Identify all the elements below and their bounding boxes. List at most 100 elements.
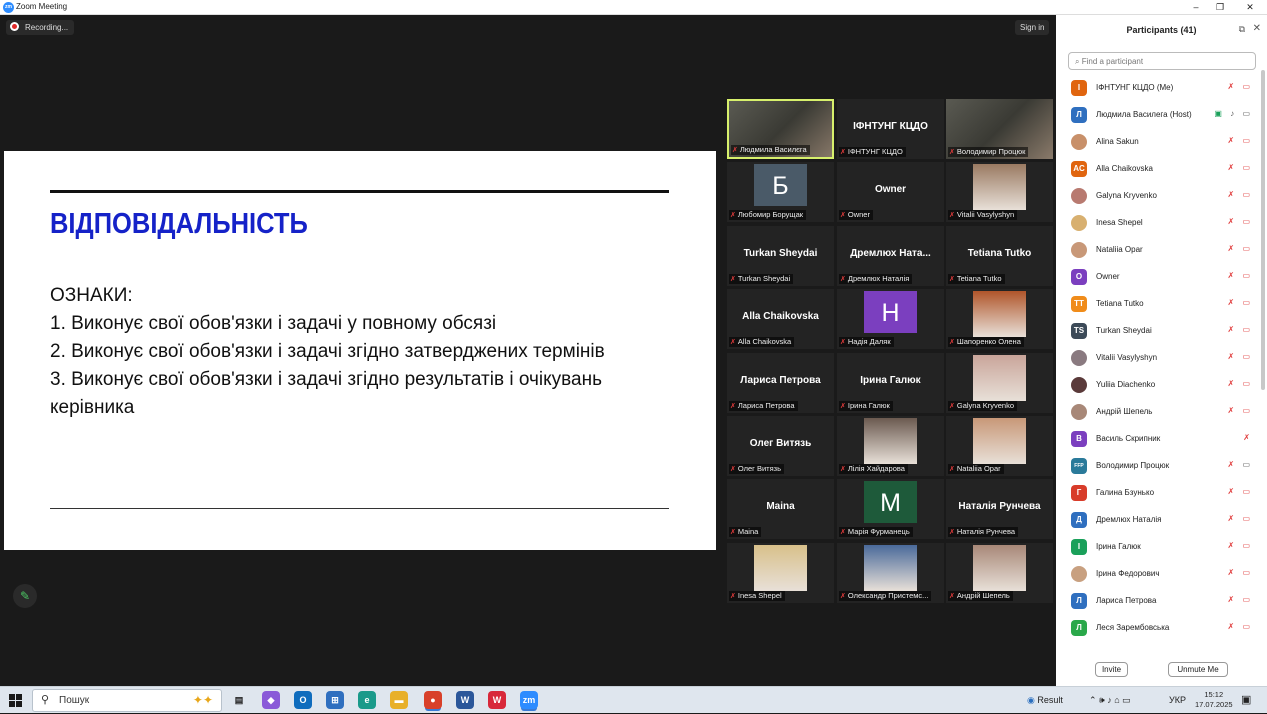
participants-panel: Participants (41) ⧉ ✕ ⌕ Find a participa… xyxy=(1056,15,1267,686)
participant-row[interactable]: Л Людмила Василега (Host) ▣ ♪ ▭ xyxy=(1056,102,1261,129)
participant-row[interactable]: Yuliia Diachenko ✗ ▭ xyxy=(1056,372,1261,399)
video-tile[interactable]: ІФНТУНГ КЦДО ✗ ІФНТУНГ КЦДО xyxy=(837,99,944,159)
tile-name-text: Лілія Хайдарова xyxy=(847,464,905,473)
participant-row[interactable]: Alina Sakun ✗ ▭ xyxy=(1056,129,1261,156)
profile-photo xyxy=(973,355,1026,401)
participant-name: Леся Зарембовська xyxy=(1096,623,1170,632)
participant-status-icons: ✗ ▭ xyxy=(1227,244,1253,253)
participant-search-input[interactable]: ⌕ Find a participant xyxy=(1068,52,1256,70)
edge-icon[interactable]: e xyxy=(358,691,376,709)
minimize-button[interactable]: – xyxy=(1186,0,1206,15)
video-tile[interactable]: Наталія Рунчева ✗ Наталія Рунчева xyxy=(946,479,1053,539)
participant-list-scrollbar[interactable] xyxy=(1261,70,1265,390)
profile-photo xyxy=(864,418,917,464)
copilot-icon[interactable]: ◆ xyxy=(262,691,280,709)
language-indicator[interactable]: УКР xyxy=(1169,695,1186,705)
participant-row[interactable]: В Василь Скрипник ✗ xyxy=(1056,426,1261,453)
tile-name-label: ✗ Дремлюх Наталія xyxy=(839,274,913,284)
file-explorer-icon[interactable]: ▬ xyxy=(390,691,408,709)
close-button[interactable]: ✕ xyxy=(1240,0,1260,15)
tile-name-label: ✗ Любомир Борущак xyxy=(729,210,807,220)
outlook-icon[interactable]: O xyxy=(294,691,312,709)
video-tile[interactable]: ✗ Шапоренко Олена xyxy=(946,289,1053,349)
video-tile[interactable]: Олег Витязь ✗ Олег Витязь xyxy=(727,416,834,476)
video-tile[interactable]: ✗ Володимир Процюк xyxy=(946,99,1053,159)
participant-row[interactable]: TT Tetiana Tutko ✗ ▭ xyxy=(1056,291,1261,318)
task-view-icon[interactable]: ▤ xyxy=(230,691,248,709)
unmute-me-button[interactable]: Unmute Me xyxy=(1168,662,1228,677)
participant-row[interactable]: Андрій Шепель ✗ ▭ xyxy=(1056,399,1261,426)
participant-row[interactable]: Inesa Shepel ✗ ▭ xyxy=(1056,210,1261,237)
video-tile[interactable]: ✗ Лілія Хайдарова xyxy=(837,416,944,476)
invite-button[interactable]: Invite xyxy=(1095,662,1128,677)
popout-icon[interactable]: ⧉ xyxy=(1239,24,1245,35)
tray-icons[interactable]: ⌃ 🕪 ♪ ⌂ ▭ xyxy=(1089,695,1131,706)
muted-mic-icon: ✗ xyxy=(949,466,955,473)
clock[interactable]: 15:12 17.07.2025 xyxy=(1195,690,1233,710)
video-tile[interactable]: ✗ Олександр Пристемс... xyxy=(837,543,944,603)
chrome-icon[interactable]: ● xyxy=(424,691,442,709)
participant-row[interactable]: Д Дремлюх Наталія ✗ ▭ xyxy=(1056,507,1261,534)
participant-row[interactable]: TS Turkan Sheydai ✗ ▭ xyxy=(1056,318,1261,345)
participant-row[interactable]: FFP Володимир Процюк ✗ ▭ xyxy=(1056,453,1261,480)
video-tile[interactable]: ✗ Андрій Шепель xyxy=(946,543,1053,603)
video-tile[interactable]: Б ✗ Любомир Борущак xyxy=(727,162,834,222)
maximize-button[interactable]: ❐ xyxy=(1210,0,1230,15)
sign-in-button[interactable]: Sign in xyxy=(1015,20,1050,35)
tile-name-label: ✗ Володимир Процюк xyxy=(948,147,1029,157)
participant-row[interactable]: Nataliia Opar ✗ ▭ xyxy=(1056,237,1261,264)
video-tile[interactable]: M ✗ Марія Фурманець xyxy=(837,479,944,539)
store-icon[interactable]: ⊞ xyxy=(326,691,344,709)
slide-top-rule xyxy=(50,190,669,193)
participant-row[interactable]: І Ірина Галюк ✗ ▭ xyxy=(1056,534,1261,561)
video-tile[interactable]: Turkan Sheydai ✗ Turkan Sheydai xyxy=(727,226,834,286)
video-tile[interactable]: Н ✗ Надія Даляк xyxy=(837,289,944,349)
participant-row[interactable]: Л Леся Зарембовська ✗ ▭ xyxy=(1056,615,1261,642)
participant-row[interactable]: O Owner ✗ ▭ xyxy=(1056,264,1261,291)
weather-label: Result xyxy=(1037,695,1063,705)
participant-row[interactable]: Ірина Федорович ✗ ▭ xyxy=(1056,561,1261,588)
video-tile[interactable]: ✗ Vitalii Vasylyshyn xyxy=(946,162,1053,222)
close-panel-icon[interactable]: ✕ xyxy=(1253,23,1261,34)
recording-indicator[interactable]: Recording... xyxy=(6,20,75,35)
windows-start-icon[interactable] xyxy=(9,694,22,707)
video-tile[interactable]: Дремлюх Ната... ✗ Дремлюх Наталія xyxy=(837,226,944,286)
profile-photo xyxy=(973,545,1026,591)
muted-mic-icon: ✗ xyxy=(949,149,955,156)
participant-avatar xyxy=(1071,350,1087,366)
video-tile[interactable]: Owner ✗ Owner xyxy=(837,162,944,222)
tile-name-label: ✗ Nataliia Opar xyxy=(948,464,1004,474)
participant-row[interactable]: Г Галина Бзунько ✗ ▭ xyxy=(1056,480,1261,507)
participant-list: І ІФНТУНГ КЦДО (Me) ✗ ▭ Л Людмила Василега (… xyxy=(1056,75,1267,651)
video-tile[interactable]: ✗ Людмила Василєга xyxy=(727,99,834,159)
video-tile[interactable]: Лариса Петрова ✗ Лариса Петрова xyxy=(727,353,834,413)
tile-name-text: Turkan Sheydai xyxy=(737,274,791,283)
tile-name-text: Дремлюх Наталія xyxy=(847,274,910,283)
video-tile[interactable]: Tetiana Tutko ✗ Tetiana Tutko xyxy=(946,226,1053,286)
word-icon[interactable]: W xyxy=(456,691,474,709)
video-tile[interactable]: Alla Chaikovska ✗ Alla Chaikovska xyxy=(727,289,834,349)
tile-name-label: ✗ Galyna Kryvenko xyxy=(948,401,1017,411)
muted-mic-icon: ✗ xyxy=(840,149,846,156)
participant-name: Alina Sakun xyxy=(1096,137,1139,146)
wps-icon[interactable]: W xyxy=(488,691,506,709)
participant-row[interactable]: Galyna Kryvenko ✗ ▭ xyxy=(1056,183,1261,210)
slide-body: ОЗНАКИ: 1. Виконує свої обов'язки і зада… xyxy=(50,282,680,422)
muted-mic-icon: ✗ xyxy=(730,529,736,536)
participant-avatar: Д xyxy=(1071,512,1087,528)
participant-row[interactable]: Л Лариса Петрова ✗ ▭ xyxy=(1056,588,1261,615)
video-tile[interactable]: ✗ Inesa Shepel xyxy=(727,543,834,603)
taskbar-search-input[interactable]: ⚲ Пошук ✦✦ xyxy=(32,689,222,712)
video-tile[interactable]: Ірина Галюк ✗ Ірина Галюк xyxy=(837,353,944,413)
video-tile[interactable]: Maina ✗ Maina xyxy=(727,479,834,539)
annotate-pencil-icon[interactable]: ✎ xyxy=(13,584,37,608)
participant-row[interactable]: Vitalii Vasylyshyn ✗ ▭ xyxy=(1056,345,1261,372)
video-tile[interactable]: ✗ Nataliia Opar xyxy=(946,416,1053,476)
participant-row[interactable]: AC Alla Chaikovska ✗ ▭ xyxy=(1056,156,1261,183)
participant-avatar xyxy=(1071,134,1087,150)
notification-icon[interactable]: ▣ xyxy=(1241,693,1251,706)
video-tile[interactable]: ✗ Galyna Kryvenko xyxy=(946,353,1053,413)
weather-widget[interactable]: ◉ Result xyxy=(1027,695,1063,706)
zoom-taskbar-icon[interactable]: zm xyxy=(520,691,538,709)
participant-row[interactable]: І ІФНТУНГ КЦДО (Me) ✗ ▭ xyxy=(1056,75,1261,102)
